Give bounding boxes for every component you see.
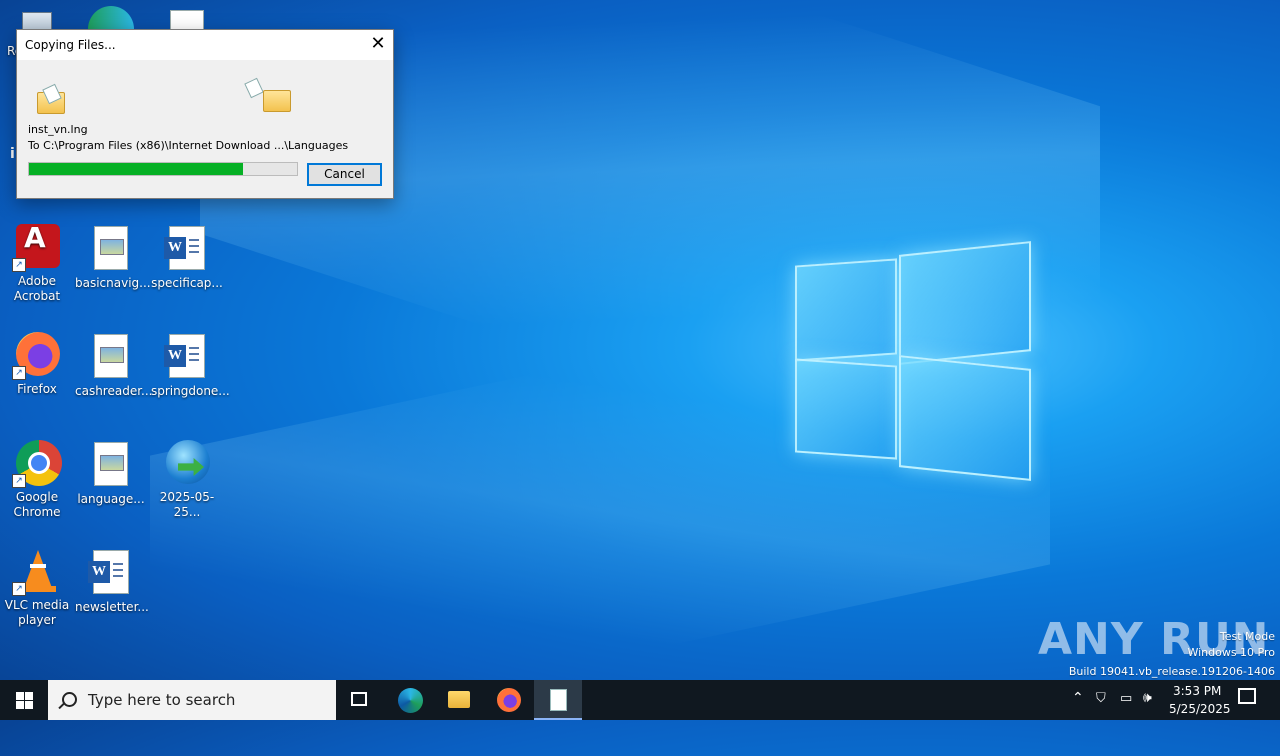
chrome-icon: ↗ [12, 440, 62, 488]
desktop-icon-specificap[interactable]: W specificap... [151, 224, 223, 291]
desktop-icon-newsletter[interactable]: W newsletter... [75, 548, 149, 615]
clock-date[interactable]: 5/25/2025 [1169, 702, 1231, 716]
desktop-icon-label: specificap... [151, 276, 223, 290]
word-document-icon: W [88, 550, 134, 596]
source-folder-icon [35, 83, 67, 114]
search-box[interactable]: Type here to search [48, 680, 336, 720]
info-icon: i [10, 146, 15, 162]
image-document-icon [88, 442, 134, 488]
dialog-titlebar[interactable]: Copying Files... ✕ [17, 30, 393, 60]
windows-logo-wallpaper [795, 240, 1031, 481]
desktop-icon-google-chrome[interactable]: ↗ Google Chrome [1, 440, 73, 520]
desktop-icon-label: VLC media player [4, 598, 70, 627]
document-icon [550, 689, 567, 711]
build-label: Build 19041.vb_release.191206-1406 [1068, 665, 1275, 678]
desktop-icon-label: newsletter... [75, 600, 149, 614]
taskbar-edge[interactable] [387, 680, 435, 720]
network-icon[interactable]: ▭ [1120, 691, 1132, 706]
edge-icon [398, 688, 423, 713]
progress-fill [29, 163, 244, 175]
vlc-cone-icon: ↗ [12, 548, 60, 596]
shortcut-arrow-icon: ↗ [12, 258, 26, 272]
acrobat-icon: A ↗ [12, 224, 60, 272]
close-icon[interactable]: ✕ [363, 30, 393, 60]
desktop-icon-label: cashreader... [75, 384, 153, 398]
show-hidden-icons-chevron-icon[interactable]: ⌃ [1072, 690, 1084, 706]
firefox-icon [497, 688, 521, 712]
copy-progress-bar [28, 162, 298, 176]
desktop-icon-label: language... [77, 492, 145, 506]
shortcut-arrow-icon: ↗ [12, 366, 26, 380]
word-document-icon: W [164, 226, 210, 272]
dialog-title: Copying Files... [25, 38, 116, 52]
security-icon[interactable]: ⛉ [1096, 691, 1106, 706]
desktop-icon-adobe-acrobat[interactable]: A ↗ Adobe Acrobat [1, 224, 73, 304]
task-view-icon [351, 692, 367, 706]
desktop-icon-label: basicnavig... [75, 276, 151, 290]
start-button[interactable] [0, 680, 48, 720]
task-view-button[interactable] [336, 680, 384, 720]
taskbar-file-explorer[interactable] [435, 680, 483, 720]
desktop-icon-springdone[interactable]: W springdone... [151, 332, 230, 399]
shortcut-arrow-icon: ↗ [12, 474, 26, 488]
desktop-icon-label: springdone... [151, 384, 230, 398]
desktop-icon-vlc[interactable]: ↗ VLC media player [1, 548, 73, 628]
copy-destination-path: To C:\Program Files (x86)\Internet Downl… [28, 139, 349, 152]
desktop-icon-label: 2025-05-25... [159, 490, 215, 519]
desktop-icon-label: Firefox [17, 382, 57, 396]
firefox-icon: ↗ [12, 332, 60, 380]
folder-icon [448, 691, 470, 708]
desktop-icon-label: Google Chrome [13, 490, 61, 519]
copying-filename: inst_vn.lng [28, 123, 88, 136]
volume-icon[interactable]: 🕪 [1143, 690, 1152, 706]
cancel-button[interactable]: Cancel [307, 163, 382, 186]
search-icon [62, 692, 77, 707]
desktop-icon-language[interactable]: language... [75, 440, 147, 507]
image-document-icon [88, 334, 134, 380]
idm-globe-icon [164, 440, 210, 486]
desktop-icon-firefox[interactable]: ↗ Firefox [1, 332, 73, 397]
windows-edition-label: Windows 10 Pro [1187, 646, 1275, 659]
desktop-icon-basicnavig[interactable]: basicnavig... [75, 224, 151, 291]
desktop-icon-label: Adobe Acrobat [13, 274, 61, 303]
taskbar: Type here to search ⌃ ⛉ ▭ 🕪 3:53 PM 5/25… [0, 680, 1280, 720]
shortcut-arrow-icon: ↗ [12, 582, 26, 596]
desktop-icon-cashreader[interactable]: cashreader... [75, 332, 153, 399]
copying-files-dialog: Copying Files... ✕ inst_vn.lng To C:\Pro… [16, 29, 394, 199]
notification-center-icon[interactable] [1238, 688, 1256, 704]
clock-time[interactable]: 3:53 PM [1173, 684, 1221, 698]
word-document-icon: W [164, 334, 210, 380]
destination-folder-icon [244, 77, 295, 114]
desktop-icon-idm-installer[interactable]: 2025-05-25... [151, 440, 223, 520]
test-mode-label: Test Mode [1219, 630, 1275, 643]
taskbar-copying-window[interactable] [534, 680, 582, 720]
taskbar-firefox[interactable] [485, 680, 533, 720]
search-placeholder: Type here to search [88, 691, 236, 709]
edge-icon[interactable] [88, 6, 134, 30]
image-document-icon [88, 226, 134, 272]
